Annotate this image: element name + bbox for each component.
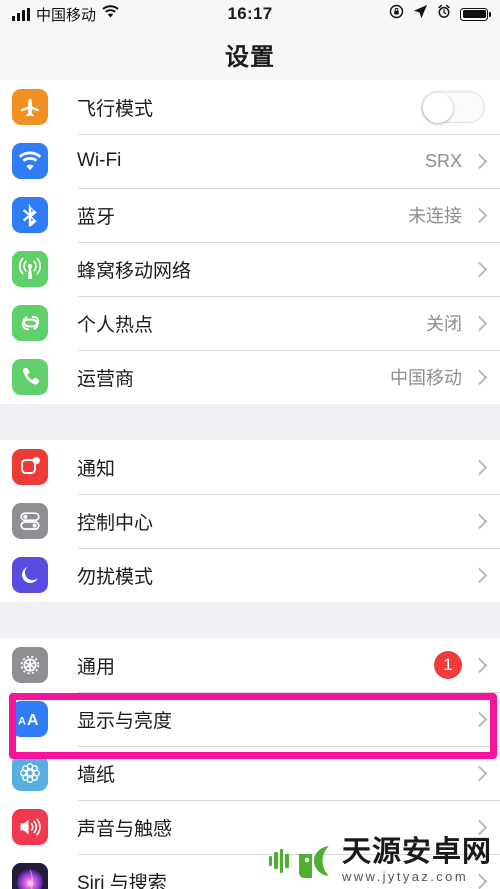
wifi-icon <box>12 143 48 179</box>
wallpaper-flower-icon <box>12 755 48 791</box>
settings-row-value: 未连接 <box>408 206 462 226</box>
settings-row-value: SRX <box>424 150 462 171</box>
settings-row-accessory <box>421 91 500 123</box>
settings-row-do-not-disturb[interactable]: 勿扰模式 <box>0 548 500 602</box>
chevron-right-icon <box>471 315 488 331</box>
settings-row-accessory: 未连接 <box>408 202 500 228</box>
settings-row-accessory: 关闭 <box>426 310 500 336</box>
control-center-icon <box>12 503 48 539</box>
settings-row-general[interactable]: 通用 1 <box>0 638 500 692</box>
chevron-right-icon <box>471 261 488 277</box>
svg-text:A: A <box>27 712 39 729</box>
settings-row-accessory <box>471 567 500 583</box>
settings-row-carrier[interactable]: 运营商 中国移动 <box>0 350 500 404</box>
watermark: 天源安卓网 www.jytyaz.com <box>268 836 492 884</box>
cellular-antenna-icon <box>12 251 48 287</box>
settings-group-notifications: 通知 控制中心 勿扰模式 <box>0 440 500 602</box>
settings-row-accessory <box>471 765 500 781</box>
settings-row-label: 个人热点 <box>77 314 154 336</box>
hotspot-link-icon <box>12 305 48 341</box>
settings-row-accessory: 1 <box>434 651 500 679</box>
settings-row-label: 蜂窝移动网络 <box>77 260 192 282</box>
rotation-lock-icon <box>389 4 404 24</box>
settings-row-wallpaper[interactable]: 墙纸 <box>0 746 500 800</box>
settings-row-cellular[interactable]: 蜂窝移动网络 <box>0 242 500 296</box>
phone-icon <box>12 359 48 395</box>
siri-orb-icon <box>12 863 48 889</box>
settings-row-label: 飞行模式 <box>77 98 154 120</box>
settings-row-airplane-mode[interactable]: 飞行模式 <box>0 80 500 134</box>
chevron-right-icon <box>471 207 488 223</box>
chevron-right-icon <box>471 513 488 529</box>
page-title: 设置 <box>225 43 275 71</box>
settings-row-wifi[interactable]: Wi-Fi SRX <box>0 134 500 188</box>
settings-row-display-brightness[interactable]: AA 显示与亮度 <box>0 692 500 746</box>
gear-icon <box>12 647 48 683</box>
airplane-icon <box>12 89 48 125</box>
settings-row-label: 墙纸 <box>77 764 116 786</box>
watermark-url: www.jytyaz.com <box>341 869 469 884</box>
settings-row-accessory <box>471 459 500 475</box>
status-bar-right <box>389 4 491 24</box>
settings-row-accessory <box>471 819 500 835</box>
chevron-right-icon <box>471 819 488 835</box>
settings-row-control-center[interactable]: 控制中心 <box>0 494 500 548</box>
settings-row-personal-hotspot[interactable]: 个人热点 关闭 <box>0 296 500 350</box>
settings-row-label: 运营商 <box>77 368 135 390</box>
svg-text:A: A <box>18 716 26 728</box>
settings-list[interactable]: 飞行模式 Wi-Fi SRX 蓝牙 未连接 蜂窝移动网络 个人热点 关闭 运营商… <box>0 80 500 889</box>
settings-row-accessory <box>471 513 500 529</box>
settings-row-accessory <box>471 711 500 727</box>
android-robot-icon <box>268 842 335 880</box>
settings-row-accessory <box>462 261 500 277</box>
settings-row-label: Wi-Fi <box>77 150 122 171</box>
settings-row-label: Siri 与搜索 <box>77 872 167 889</box>
moon-icon <box>12 557 48 593</box>
settings-row-label: 控制中心 <box>77 512 154 534</box>
battery-icon <box>460 7 491 21</box>
chevron-right-icon <box>471 765 488 781</box>
chevron-right-icon <box>471 153 488 169</box>
watermark-text: 天源安卓网 www.jytyaz.com <box>341 836 492 884</box>
phone-screen: 中国移动 16:17 设置 飞行模式 Wi-Fi SRX 蓝牙 未连接 蜂窝移动… <box>0 0 500 889</box>
notifications-icon <box>12 449 48 485</box>
settings-row-label: 通用 <box>77 656 116 678</box>
bluetooth-icon <box>12 197 48 233</box>
group-separator <box>0 404 500 440</box>
display-aa-icon: AA <box>12 701 48 737</box>
alarm-clock-icon <box>437 4 451 24</box>
settings-group-connectivity: 飞行模式 Wi-Fi SRX 蓝牙 未连接 蜂窝移动网络 个人热点 关闭 运营商… <box>0 80 500 404</box>
settings-row-label: 声音与触感 <box>77 818 173 840</box>
chevron-right-icon <box>471 369 488 385</box>
settings-row-bluetooth[interactable]: 蓝牙 未连接 <box>0 188 500 242</box>
settings-row-notifications[interactable]: 通知 <box>0 440 500 494</box>
chevron-right-icon <box>471 567 488 583</box>
speaker-icon <box>12 809 48 845</box>
group-separator <box>0 602 500 638</box>
status-badge: 1 <box>434 651 462 679</box>
status-bar: 中国移动 16:17 <box>0 0 500 28</box>
chevron-right-icon <box>471 459 488 475</box>
settings-row-accessory: SRX <box>425 151 500 172</box>
chevron-right-icon <box>471 657 488 673</box>
airplane-mode-toggle[interactable] <box>421 91 485 123</box>
watermark-title: 天源安卓网 <box>341 836 492 868</box>
settings-row-label: 蓝牙 <box>77 206 116 228</box>
settings-row-label: 勿扰模式 <box>77 566 154 588</box>
settings-row-value: 中国移动 <box>390 368 462 388</box>
chevron-right-icon <box>471 711 488 727</box>
settings-row-accessory: 中国移动 <box>390 364 500 390</box>
location-arrow-icon <box>413 4 428 24</box>
settings-row-label: 显示与亮度 <box>77 710 173 732</box>
settings-row-value: 关闭 <box>426 314 462 334</box>
navigation-bar: 设置 <box>0 28 500 80</box>
settings-row-label: 通知 <box>77 458 116 480</box>
